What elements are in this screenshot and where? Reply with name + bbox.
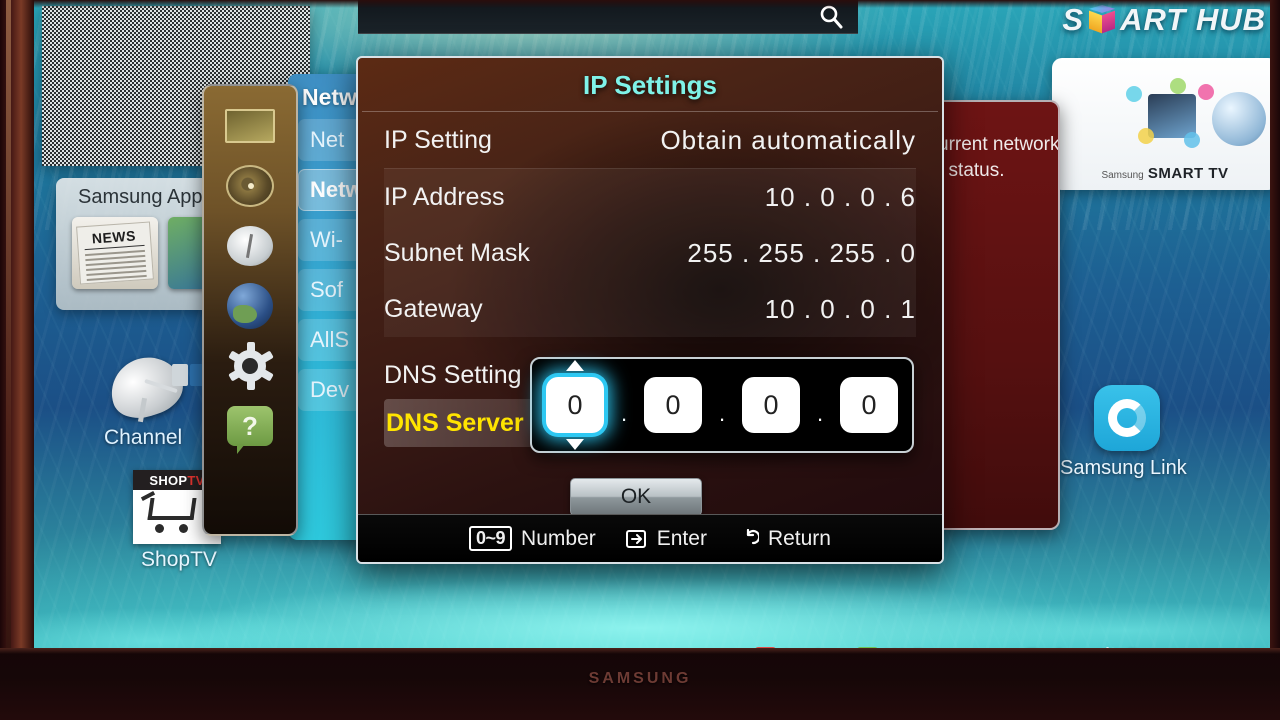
row-subnet-mask-value: 255 . 255 . 255 . 0	[687, 237, 916, 268]
network-status-line-2: t status.	[938, 160, 1005, 181]
row-ip-address-value: 10 . 0 . 0 . 6	[764, 181, 916, 212]
row-gateway[interactable]: Gateway 10 . 0 . 0 . 1	[384, 281, 916, 337]
row-ip-setting-label: IP Setting	[384, 125, 492, 154]
tv-screenshot: S ART HUB Samsung Apps NEWS Channel SHOP…	[0, 0, 1280, 720]
row-gateway-label: Gateway	[384, 294, 483, 323]
octet-decrement-arrow-icon[interactable]	[566, 439, 584, 450]
help-icon[interactable]: ?	[223, 404, 277, 454]
ip-settings-dialog: IP Settings IP Setting Obtain automatica…	[356, 56, 944, 564]
tv-bezel-right	[1270, 0, 1280, 720]
settings-icon-rail[interactable]: ?	[202, 84, 298, 536]
row-subnet-mask-label: Subnet Mask	[384, 238, 530, 267]
row-subnet-mask[interactable]: Subnet Mask 255 . 255 . 255 . 0	[384, 225, 916, 281]
promo-brand-large: SMART TV	[1147, 165, 1229, 182]
octet-separator-2: .	[816, 401, 824, 426]
menu-item-5-label: Dev	[310, 377, 350, 402]
hint-return: Return	[737, 527, 831, 551]
row-ip-address[interactable]: IP Address 10 . 0 . 0 . 6	[384, 169, 916, 225]
samsung-bezel-logo: SAMSUNG	[588, 670, 692, 687]
dns-octet-2[interactable]: 0	[742, 377, 800, 433]
row-ip-setting[interactable]: IP Setting Obtain automatically	[384, 112, 916, 168]
promo-globe-icon	[1212, 92, 1266, 146]
network-globe-icon[interactable]	[223, 283, 277, 329]
row-ip-setting-value: Obtain automatically	[660, 124, 916, 155]
dns-section: DNS Setting DNS Server 0 . 0 . 0 . 0	[358, 351, 942, 453]
octet-increment-arrow-icon[interactable]	[566, 360, 584, 371]
menu-item-3-label: Sof	[310, 277, 344, 302]
row-dns-server-label: DNS Server	[386, 408, 524, 437]
samsung-smart-tv-promo-card[interactable]: Samsung SMART TV	[1052, 58, 1278, 190]
samsung-link-icon	[1094, 385, 1160, 451]
row-gateway-value: 10 . 0 . 0 . 1	[764, 293, 916, 324]
satellite-dish-icon	[102, 348, 242, 426]
samsung-link-shortcut[interactable]: Samsung Link	[1060, 385, 1248, 480]
smart-hub-cube-icon	[1089, 5, 1116, 35]
hint-number: 0~9 Number	[469, 526, 596, 551]
dialog-hint-bar: 0~9 Number Enter Return	[358, 514, 942, 562]
network-status-line-1: urrent network	[938, 134, 1060, 155]
promo-brand: Samsung SMART TV	[1052, 165, 1278, 182]
picture-icon[interactable]	[223, 104, 277, 148]
dns-octet-0[interactable]: 0	[546, 377, 604, 433]
settings-gear-icon[interactable]	[223, 342, 277, 390]
broadcast-antenna-icon[interactable]	[223, 224, 277, 268]
app-tile-news[interactable]: NEWS	[72, 217, 158, 289]
return-icon	[737, 528, 759, 549]
promo-brand-small: Samsung	[1101, 170, 1144, 181]
menu-item-1-label: Netw	[310, 177, 363, 202]
number-key-badge: 0~9	[469, 526, 513, 551]
enter-icon	[625, 529, 648, 549]
samsung-link-label: Samsung Link	[1060, 457, 1187, 479]
menu-item-2-label: Wi-	[310, 227, 343, 252]
hint-return-label: Return	[767, 526, 831, 550]
octet-separator-0: .	[620, 401, 628, 426]
menu-item-4-label: AllS	[310, 327, 350, 352]
dns-octet-entry-popup[interactable]: 0 . 0 . 0 . 0	[530, 357, 914, 453]
hint-enter-label: Enter	[656, 526, 707, 550]
dns-octet-3[interactable]: 0	[840, 377, 898, 433]
sound-icon[interactable]	[223, 164, 277, 208]
row-ip-address-label: IP Address	[384, 182, 505, 211]
row-dns-setting-label: DNS Setting	[384, 360, 522, 389]
tv-bezel-bottom: SAMSUNG	[0, 648, 1280, 720]
dns-octet-1[interactable]: 0	[644, 377, 702, 433]
newspaper-icon: NEWS	[76, 221, 154, 285]
hint-number-label: Number	[521, 526, 596, 550]
menu-item-0-label: Net	[310, 127, 345, 152]
ip-settings-rows: IP Setting Obtain automatically IP Addre…	[358, 112, 942, 337]
tv-bezel-top	[0, 0, 1280, 8]
octet-separator-1: .	[718, 401, 726, 426]
ok-button[interactable]: OK	[570, 478, 702, 516]
tv-bezel-left	[0, 0, 34, 720]
dialog-title: IP Settings	[583, 70, 717, 100]
hint-enter: Enter	[625, 526, 707, 551]
shoptv-logo-shop: SHOP	[149, 473, 188, 488]
shoptv-label: ShopTV	[141, 548, 217, 571]
dns-octet-0-wrap: 0	[546, 360, 604, 450]
network-status-panel: urrent network t status.	[930, 100, 1060, 530]
